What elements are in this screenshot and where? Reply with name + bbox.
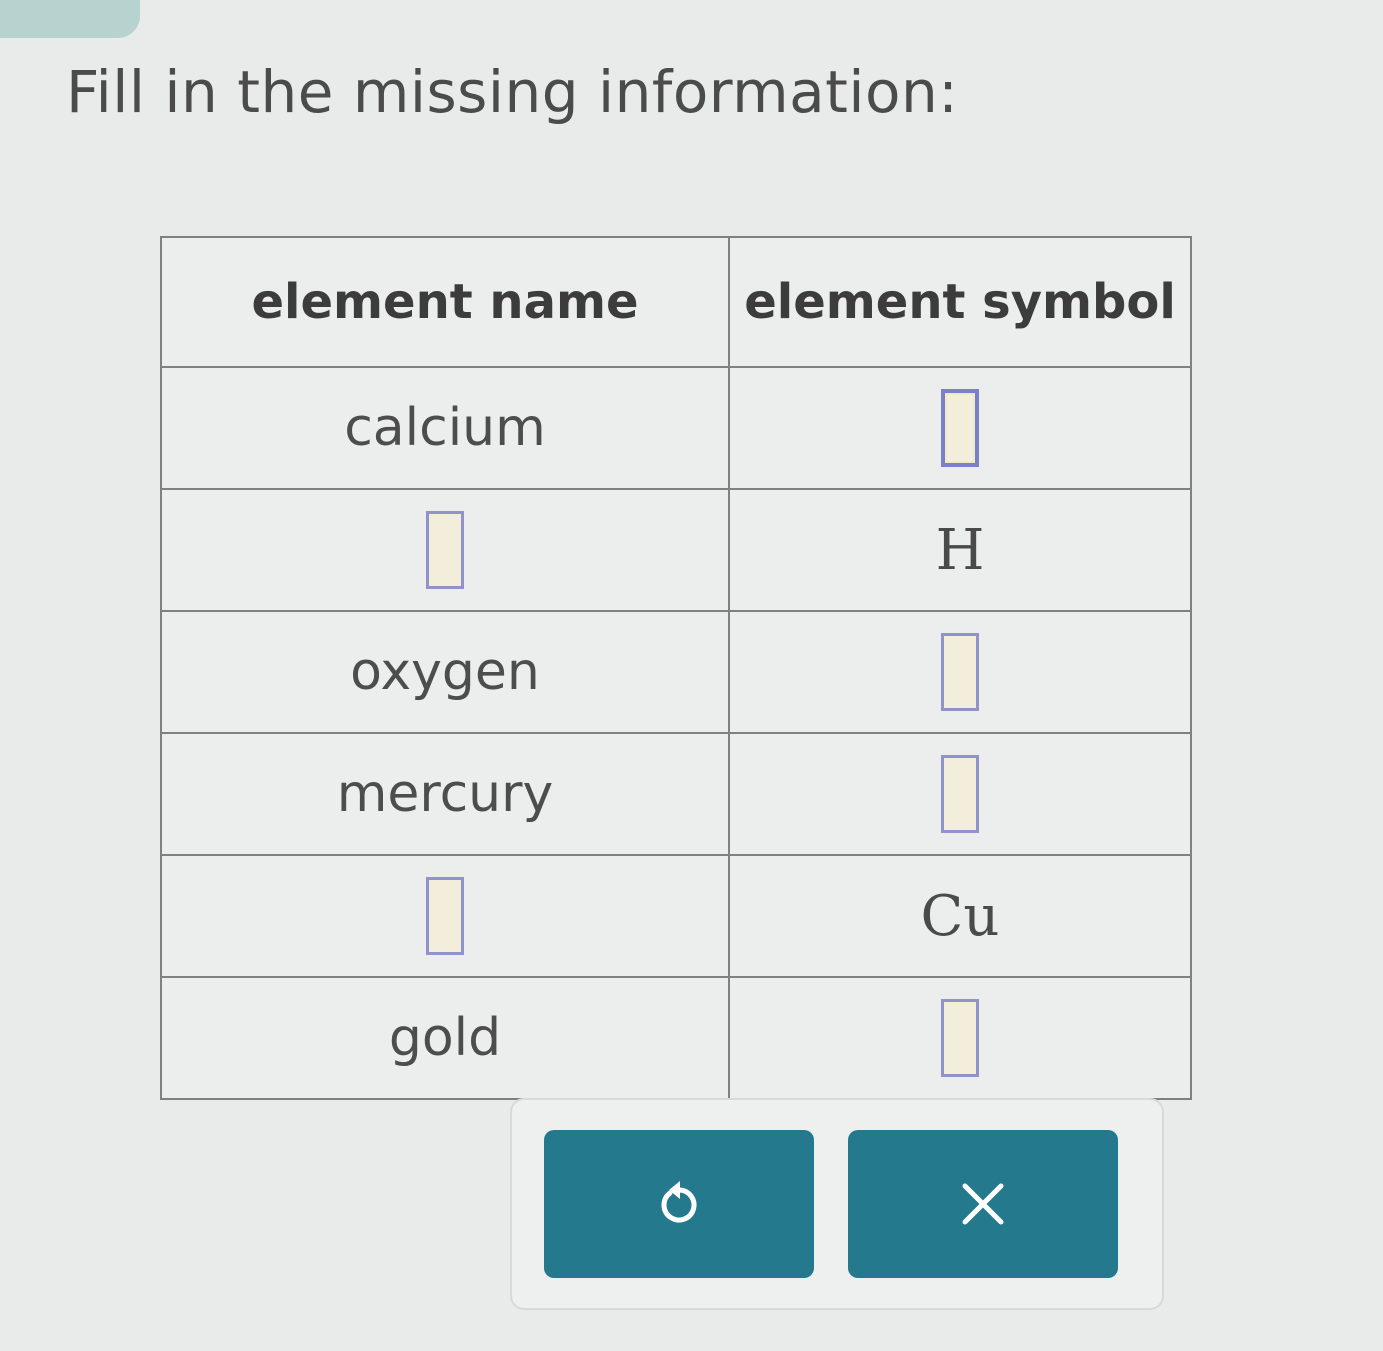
element-name-text: calcium (344, 398, 546, 458)
element-table: element name element symbol calcium H ox… (160, 236, 1192, 1100)
symbol-answer-input[interactable] (941, 633, 979, 711)
corner-tab (0, 0, 140, 38)
symbol-cell (728, 610, 1192, 734)
symbol-cell (728, 366, 1192, 490)
close-icon (962, 1183, 1004, 1225)
element-name-text: oxygen (350, 642, 540, 702)
symbol-cell: H (728, 488, 1192, 612)
table-row: Cu (160, 854, 1192, 978)
clear-button[interactable] (848, 1130, 1118, 1278)
table-row: oxygen (160, 610, 1192, 734)
element-name-text: mercury (336, 764, 554, 824)
symbol-answer-input[interactable] (941, 389, 979, 467)
symbol-answer-input[interactable] (941, 999, 979, 1077)
symbol-answer-input[interactable] (941, 755, 979, 833)
table-header-row: element name element symbol (160, 236, 1192, 368)
name-cell (160, 488, 730, 612)
name-answer-input[interactable] (426, 877, 464, 955)
button-panel (510, 1098, 1164, 1310)
header-element-symbol: element symbol (728, 236, 1192, 368)
table-row: gold (160, 976, 1192, 1100)
name-cell: mercury (160, 732, 730, 856)
header-element-name: element name (160, 236, 730, 368)
symbol-cell (728, 732, 1192, 856)
table-row: mercury (160, 732, 1192, 856)
symbol-cell (728, 976, 1192, 1100)
name-cell: gold (160, 976, 730, 1100)
undo-button[interactable] (544, 1130, 814, 1278)
element-symbol-text: Cu (920, 883, 1000, 949)
element-name-text: gold (388, 1008, 502, 1068)
undo-icon (661, 1181, 697, 1223)
name-cell: oxygen (160, 610, 730, 734)
name-cell (160, 854, 730, 978)
question-prompt: Fill in the missing information: (66, 58, 959, 126)
table-row: H (160, 488, 1192, 612)
name-answer-input[interactable] (426, 511, 464, 589)
symbol-cell: Cu (728, 854, 1192, 978)
table-row: calcium (160, 366, 1192, 490)
name-cell: calcium (160, 366, 730, 490)
element-symbol-text: H (935, 517, 985, 583)
